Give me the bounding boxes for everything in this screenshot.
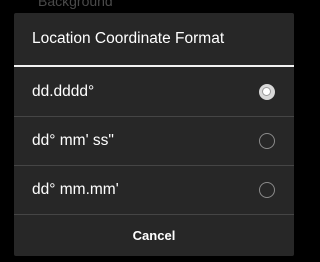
screen: Background Location Coordinate Format dd… [0, 0, 303, 262]
option-decimal-degrees[interactable]: dd.dddd° [14, 68, 294, 116]
radio-unchecked-icon[interactable] [259, 182, 275, 198]
option-label: dd° mm.mm' [32, 181, 119, 198]
option-degrees-decimal-minutes[interactable]: dd° mm.mm' [14, 166, 294, 214]
option-degrees-minutes-seconds[interactable]: dd° mm' ss" [14, 117, 294, 165]
background-partial-text: Background [38, 0, 113, 9]
radio-dot [263, 88, 270, 95]
cancel-button[interactable]: Cancel [14, 215, 294, 256]
option-label: dd° mm' ss" [32, 132, 114, 149]
option-label: dd.dddd° [32, 83, 95, 100]
coordinate-format-dialog: Location Coordinate Format dd.dddd° dd° … [14, 13, 294, 256]
radio-unchecked-icon[interactable] [259, 133, 275, 149]
dialog-title: Location Coordinate Format [14, 13, 294, 67]
radio-checked-icon[interactable] [259, 84, 275, 100]
